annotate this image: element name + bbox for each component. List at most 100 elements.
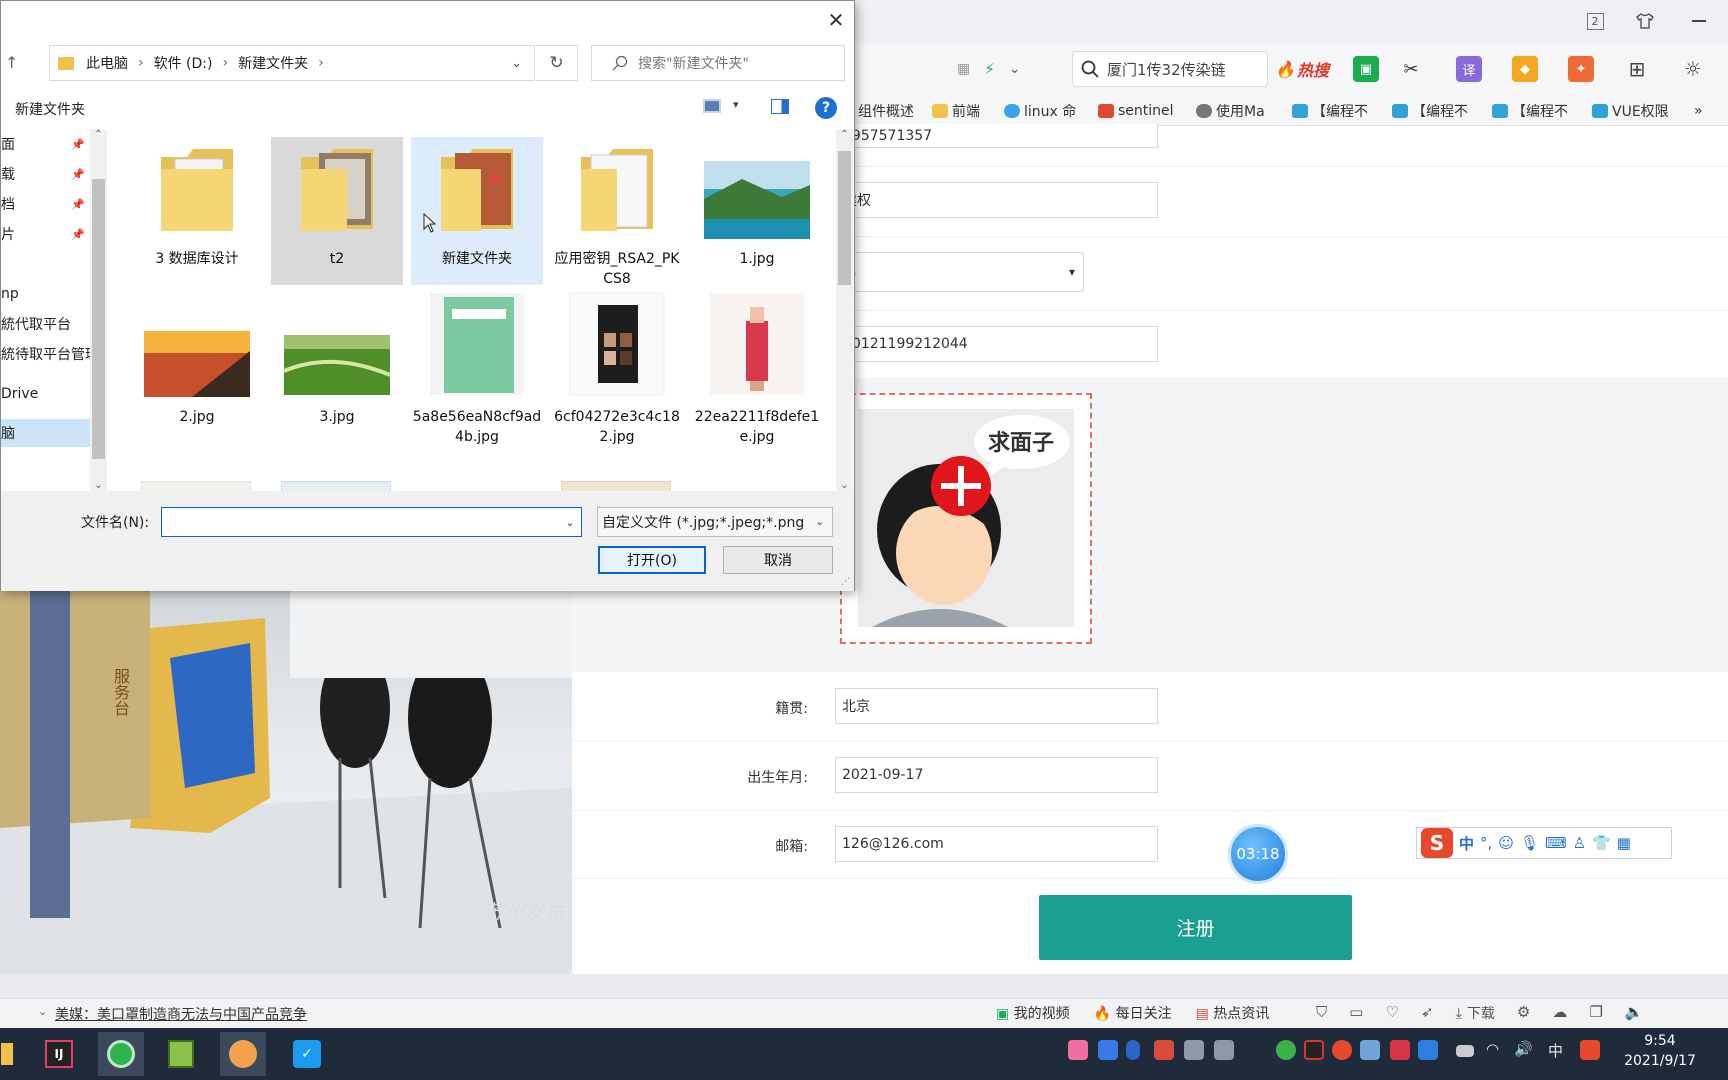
tray-feishu-icon[interactable] — [1418, 1040, 1438, 1060]
birth-field[interactable]: 2021-09-17 — [835, 757, 1158, 793]
file-item-folder-selected[interactable]: 新建文件夹 — [411, 139, 543, 269]
nav-item[interactable]: Drive — [1, 381, 91, 407]
grid-scrollbar[interactable]: ⌃ ⌄ — [836, 129, 853, 491]
qr-icon[interactable]: ▦ — [957, 61, 970, 77]
tray-app-icon[interactable] — [1332, 1040, 1352, 1060]
shield-ext-icon[interactable]: ◆ — [1512, 56, 1538, 82]
breadcrumb-drive-d[interactable]: 软件 (D:) — [154, 53, 213, 73]
bookmark-item[interactable]: 组件概述 — [858, 99, 920, 123]
breadcrumb-this-pc[interactable]: 此电脑 — [86, 53, 128, 73]
browser-search-box[interactable]: 厦门1传32传染链 — [1072, 51, 1268, 87]
gender-select[interactable]: 男 ▾ — [836, 252, 1084, 292]
file-item-image[interactable]: 22ea2211f8defe1e.jpg — [691, 291, 823, 447]
resize-grip-icon[interactable]: ⋰ — [841, 577, 850, 587]
taskbar-app-browser[interactable] — [98, 1032, 144, 1076]
address-bar-tail[interactable]: ▦ ⚡ ⌄ — [855, 51, 1045, 87]
tray-check-icon[interactable] — [1098, 1040, 1118, 1060]
keyboard-icon[interactable]: ⌨ — [1545, 834, 1567, 852]
rocket-icon[interactable]: ➶ — [1421, 1003, 1434, 1023]
history-dropdown-icon[interactable]: ⌄ — [511, 56, 522, 71]
person-icon[interactable]: ♙ — [1573, 834, 1586, 852]
taskbar-app-notepad[interactable] — [158, 1032, 204, 1076]
tab-counter[interactable]: 2 — [1584, 10, 1606, 32]
cancel-button[interactable]: 取消 — [723, 546, 833, 574]
bookmark-item[interactable]: linux 命 — [1004, 99, 1082, 123]
news-ticker[interactable]: 美媒：美口罩制造商无法与中国产品竞争 — [55, 1004, 307, 1024]
daily-follow-link[interactable]: 🔥 每日关注 — [1094, 1003, 1172, 1023]
bookmark-item[interactable]: 【编程不 — [1392, 99, 1472, 123]
tray-qq-icon[interactable] — [1304, 1040, 1324, 1060]
file-item-image[interactable]: 6cf04272e3c4c182.jpg — [551, 291, 683, 447]
ime-toolbar[interactable]: S 中 °, ☺ 🎙 ⌨ ♙ 👕 ▦ — [1416, 827, 1672, 859]
chevron-down-icon[interactable]: ⌄ — [815, 515, 825, 528]
nav-scrollbar[interactable]: ⌃ ⌄ — [90, 129, 107, 491]
hot-search-button[interactable]: 🔥 热搜 — [1266, 51, 1338, 87]
bookmark-item[interactable]: VUE权限 — [1592, 99, 1672, 123]
address-breadcrumb[interactable]: 此电脑 › 软件 (D:) › 新建文件夹 › ⌄ — [49, 45, 535, 81]
my-video-link[interactable]: ▣ 我的视频 — [996, 1003, 1070, 1023]
close-icon[interactable]: ✕ — [821, 7, 851, 33]
tray-network-icon[interactable] — [1214, 1040, 1234, 1060]
avatar-upload[interactable]: 求面子 — [840, 393, 1092, 644]
shirt-icon[interactable]: 👕 — [1592, 834, 1611, 852]
extension-reader-icon[interactable]: ▣ — [1353, 56, 1379, 82]
bookmark-item[interactable]: 使用Ma — [1196, 99, 1272, 123]
dialog-search-box[interactable]: 搜索"新建文件夹" — [591, 45, 845, 81]
view-dropdown-icon[interactable]: ▾ — [733, 98, 739, 111]
game-icon[interactable]: ✦ — [1568, 56, 1594, 82]
register-button[interactable]: 注册 — [1039, 895, 1352, 960]
file-item-image[interactable]: 2.jpg — [131, 291, 263, 427]
volume-icon[interactable]: 🔊 — [1514, 1040, 1534, 1060]
nav-item[interactable]: 統代取平台 — [1, 311, 91, 337]
tools-icon[interactable]: ⚙ — [1517, 1003, 1530, 1023]
brightness-icon[interactable]: ☼ — [1680, 56, 1706, 82]
file-item-folder[interactable]: t2 — [271, 139, 403, 269]
download-link[interactable]: ⤓ 下载 — [1455, 1003, 1494, 1023]
nav-item[interactable]: 片 📌 — [1, 221, 91, 247]
scissors-icon[interactable]: ✂ — [1398, 56, 1424, 82]
file-item-folder[interactable]: 应用密钥_RSA2_PKCS8 — [551, 139, 683, 289]
name-field[interactable]: 建权 — [836, 182, 1158, 218]
bookmark-item[interactable]: 【编程不 — [1492, 99, 1572, 123]
nav-item-selected[interactable]: 脑 — [1, 419, 91, 447]
grid-scroll-thumb[interactable] — [838, 151, 851, 285]
taskbar-app-player[interactable] — [220, 1032, 266, 1076]
wifi-icon[interactable]: ◠ — [1486, 1040, 1506, 1060]
file-item-image[interactable]: 5a8e56eaN8cf9ad4b.jpg — [411, 291, 543, 447]
heart-icon[interactable]: ♡ — [1385, 1003, 1398, 1023]
tray-shield-icon[interactable] — [1154, 1040, 1174, 1060]
tray-mute-icon[interactable] — [1184, 1040, 1204, 1060]
phone-field[interactable]: 3957571357 — [836, 124, 1158, 148]
tray-red-icon[interactable] — [1390, 1040, 1410, 1060]
grid-apps-icon[interactable]: ⊞ — [1624, 56, 1650, 82]
lightning-icon[interactable]: ⚡ — [984, 60, 995, 78]
taskbar-app-explorer[interactable] — [0, 1032, 14, 1076]
file-item-image[interactable]: 3.jpg — [271, 291, 403, 427]
chevron-down-icon[interactable]: ⌄ — [1009, 61, 1021, 77]
nav-item[interactable]: 载 📌 — [1, 161, 91, 187]
nav-scroll-thumb[interactable] — [92, 179, 105, 459]
file-item-partial[interactable] — [281, 481, 391, 491]
help-icon[interactable]: ? — [815, 97, 837, 119]
filename-history-dropdown[interactable]: ⌄ — [559, 508, 581, 536]
hot-news-link[interactable]: ▤ 热点资讯 — [1196, 1003, 1270, 1023]
back-arrow-icon[interactable]: ↑ — [5, 53, 18, 72]
open-button[interactable]: 打开(O) — [598, 546, 706, 574]
filetype-select[interactable]: 自定义文件 (*.jpg;*.jpeg;*.png — [597, 507, 833, 537]
view-mode-icon[interactable] — [703, 99, 721, 113]
skin-icon[interactable] — [1634, 10, 1656, 32]
bookmark-item[interactable]: 【编程不 — [1292, 99, 1372, 123]
taskbar-app-feishu[interactable]: ✓ — [284, 1032, 330, 1076]
taskbar-app-intellij[interactable]: IJ — [36, 1032, 82, 1076]
ime-mode[interactable]: 中 — [1459, 833, 1474, 854]
emoji-icon[interactable]: ☺ — [1498, 834, 1514, 852]
bookmark-item[interactable]: sentinel — [1098, 99, 1174, 123]
sogou-tray-icon[interactable] — [1580, 1040, 1600, 1060]
hometown-field[interactable]: 北京 — [835, 688, 1158, 724]
punctuation-icon[interactable]: °, — [1480, 834, 1492, 852]
file-item-image[interactable]: 1.jpg — [691, 139, 823, 269]
breadcrumb-new-folder[interactable]: 新建文件夹 — [238, 53, 308, 73]
recording-timer[interactable]: 03:18 — [1228, 824, 1288, 884]
email-field[interactable]: 126@126.com — [835, 826, 1158, 862]
minimize-icon[interactable] — [1688, 10, 1710, 32]
